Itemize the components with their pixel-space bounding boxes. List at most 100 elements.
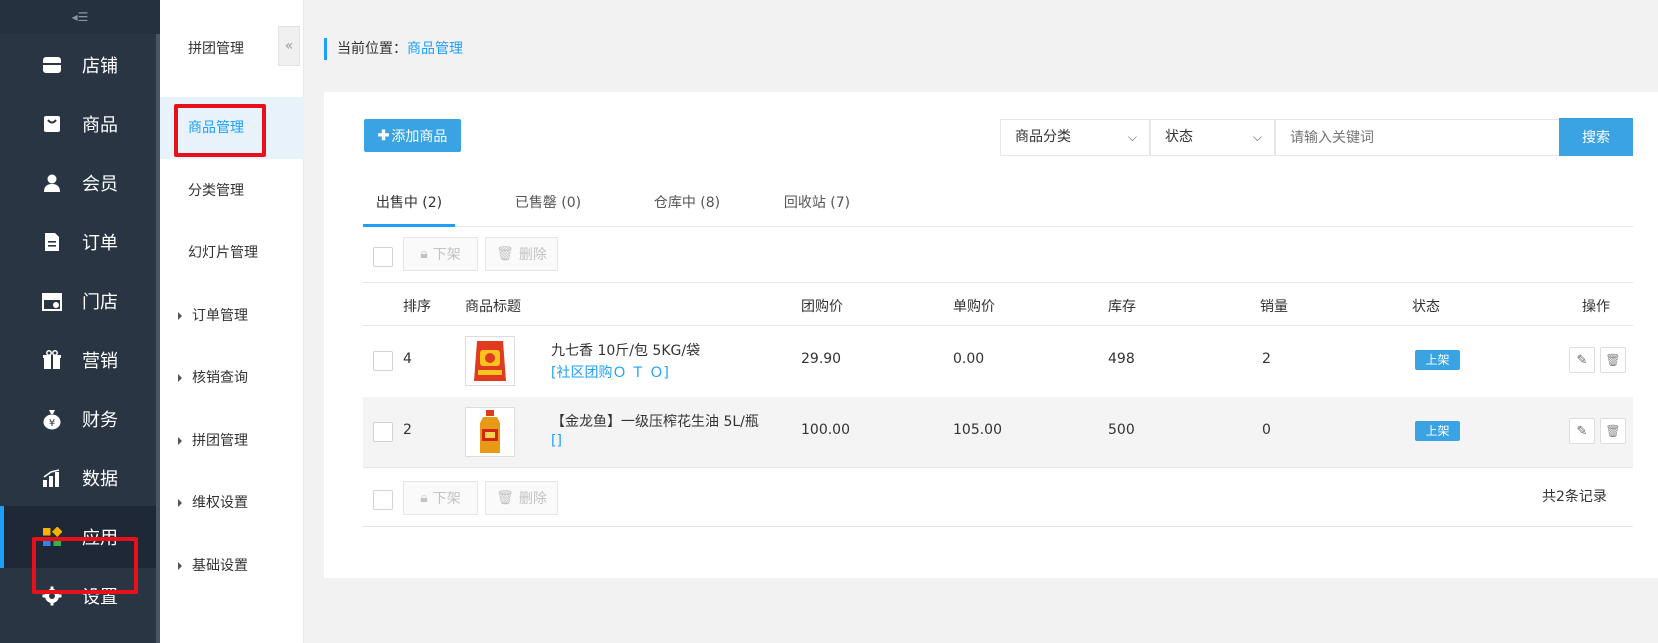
- trash-button[interactable]: 🗑︎: [1600, 418, 1626, 444]
- trash-icon: 🗑︎: [496, 246, 514, 262]
- bag-icon: [40, 112, 64, 136]
- product-tag-link[interactable]: [社区团购Ｏ Ｔ Ｏ]: [551, 362, 669, 382]
- status-select[interactable]: 状态 ⌵: [1150, 119, 1275, 156]
- nav-label: 应用: [82, 528, 118, 549]
- tab-warehouse[interactable]: 仓库中 (8): [652, 187, 722, 227]
- submenu-label: 订单管理: [192, 308, 248, 324]
- submenu-label: 拼团管理: [192, 433, 248, 449]
- submenu-item-group-buy-2[interactable]: 拼团管理: [160, 410, 304, 472]
- store-icon: [40, 53, 64, 77]
- delete-button-bottom[interactable]: 🗑︎ 删除: [485, 481, 558, 515]
- row-sales: 2: [1262, 351, 1271, 367]
- product-tag-link[interactable]: []: [551, 433, 562, 449]
- nav-item-store[interactable]: 店铺: [0, 34, 160, 96]
- product-title: 【金龙鱼】一级压榨花生油 5L/瓶: [551, 414, 759, 430]
- divider: [363, 467, 1633, 468]
- product-title: 九七香 10斤/包 5KG/袋: [551, 343, 701, 359]
- trash-icon: 🗑︎: [1605, 424, 1621, 438]
- lock-icon: 🔒︎: [420, 490, 428, 506]
- delete-button[interactable]: 🗑︎ 删除: [485, 237, 558, 271]
- offshelf-label: 下架: [432, 247, 461, 263]
- row-checkbox[interactable]: [373, 351, 393, 371]
- tab-on-sale[interactable]: 出售中 (2): [363, 187, 455, 227]
- nav-item-marketing[interactable]: 营销: [0, 329, 160, 391]
- caret-right-icon: [178, 562, 182, 570]
- select-all-checkbox[interactable]: [373, 247, 393, 267]
- breadcrumb-current[interactable]: 商品管理: [407, 41, 463, 57]
- breadcrumb: 当前位置：商品管理: [324, 38, 463, 60]
- offshelf-label: 下架: [432, 491, 461, 507]
- product-thumbnail[interactable]: [465, 407, 515, 457]
- row-stock: 498: [1108, 351, 1135, 367]
- offshelf-button[interactable]: 🔒︎ 下架: [403, 237, 478, 271]
- nav-label: 营销: [82, 351, 118, 372]
- oil-bottle-image: [480, 410, 500, 453]
- row-sort: 4: [403, 351, 412, 367]
- sub-sidebar: 拼团管理 商品管理 分类管理 幻灯片管理 订单管理 核销查询 拼团管理 维权设置…: [160, 0, 304, 643]
- header-sales: 销量: [1260, 299, 1288, 315]
- nav-item-members[interactable]: 会员: [0, 152, 160, 214]
- main-sidebar: ◂☰ 店铺 商品 会员 订单 门店 营销 ¥ 财务 数据 应用 设置: [0, 0, 160, 643]
- row-checkbox[interactable]: [373, 422, 393, 442]
- divider: [363, 526, 1633, 527]
- header-single-price: 单购价: [953, 299, 995, 315]
- submenu-item-goods-management[interactable]: 商品管理: [160, 97, 304, 159]
- product-thumbnail[interactable]: [465, 336, 515, 386]
- rice-bag-image: [474, 341, 506, 381]
- status-badge[interactable]: 上架: [1415, 350, 1460, 370]
- chevron-down-icon: ⌵: [1127, 130, 1137, 144]
- header-actions: 操作: [1582, 299, 1610, 315]
- caret-right-icon: [178, 499, 182, 507]
- menu-collapse-icon[interactable]: ◂☰: [0, 0, 160, 34]
- row-group-price: 29.90: [801, 351, 842, 367]
- submenu-item-category-management[interactable]: 分类管理: [160, 160, 304, 222]
- edit-button[interactable]: ✎: [1569, 347, 1595, 373]
- nav-item-goods[interactable]: 商品: [0, 93, 160, 155]
- status-select-value: 状态: [1165, 129, 1193, 145]
- collapse-submenu-button[interactable]: «: [278, 26, 300, 66]
- submenu-item-order-management[interactable]: 订单管理: [160, 285, 304, 347]
- search-button[interactable]: 搜索: [1559, 118, 1633, 156]
- nav-label: 会员: [82, 174, 118, 195]
- submenu-item-verification[interactable]: 核销查询: [160, 347, 304, 409]
- row-single-price: 105.00: [953, 422, 1002, 438]
- tab-recycle-bin[interactable]: 回收站 (7): [782, 187, 852, 227]
- nav-item-data[interactable]: 数据: [0, 447, 160, 509]
- submenu-label: 基础设置: [192, 558, 248, 574]
- nav-item-orders[interactable]: 订单: [0, 211, 160, 273]
- nav-item-apps[interactable]: 应用: [0, 506, 160, 568]
- trash-button[interactable]: 🗑︎: [1600, 347, 1626, 373]
- caret-right-icon: [178, 374, 182, 382]
- submenu-item-basic-settings[interactable]: 基础设置: [160, 535, 304, 597]
- submenu-item-rights-settings[interactable]: 维权设置: [160, 472, 304, 534]
- lock-icon: 🔒︎: [420, 246, 428, 262]
- document-icon: [40, 230, 64, 254]
- header-title: 商品标题: [465, 299, 521, 315]
- nav-item-stores[interactable]: 门店: [0, 270, 160, 332]
- nav-label: 数据: [82, 469, 118, 490]
- nav-label: 店铺: [82, 56, 118, 77]
- nav-item-settings[interactable]: 设置: [0, 565, 160, 627]
- row-group-price: 100.00: [801, 422, 850, 438]
- nav-label: 商品: [82, 115, 118, 136]
- add-product-button[interactable]: ✚ 添加商品: [364, 119, 461, 152]
- row-sales: 0: [1262, 422, 1271, 438]
- user-icon: [40, 171, 64, 195]
- edit-button[interactable]: ✎: [1569, 418, 1595, 444]
- tab-sold-out[interactable]: 已售罄 (0): [513, 187, 583, 227]
- nav-item-finance[interactable]: ¥ 财务: [0, 388, 160, 450]
- submenu-item-slides-management[interactable]: 幻灯片管理: [160, 222, 304, 284]
- money-bag-icon: ¥: [40, 407, 64, 431]
- search-input[interactable]: [1275, 119, 1560, 156]
- pencil-icon: ✎: [1576, 352, 1588, 368]
- nav-label: 财务: [82, 410, 118, 431]
- nav-label: 设置: [82, 587, 118, 608]
- delete-label: 删除: [518, 491, 547, 507]
- svg-text:¥: ¥: [49, 418, 55, 429]
- header-sort: 排序: [403, 299, 431, 315]
- offshelf-button-bottom[interactable]: 🔒︎ 下架: [403, 481, 478, 515]
- select-all-checkbox-bottom[interactable]: [373, 490, 393, 510]
- status-badge[interactable]: 上架: [1415, 421, 1460, 441]
- gift-icon: [40, 348, 64, 372]
- category-select[interactable]: 商品分类 ⌵: [1000, 119, 1150, 156]
